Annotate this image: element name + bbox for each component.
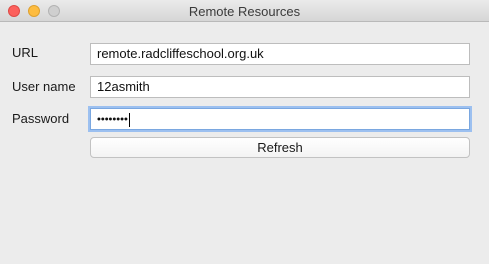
refresh-button[interactable]: Refresh bbox=[90, 137, 470, 158]
password-masked-value: •••••••• bbox=[97, 113, 128, 126]
window-title: Remote Resources bbox=[188, 4, 301, 19]
url-field[interactable]: remote.radcliffeschool.org.uk bbox=[90, 43, 470, 65]
remote-resources-window: Remote Resources URL remote.radcliffesch… bbox=[0, 0, 489, 264]
username-field[interactable]: 12asmith bbox=[90, 76, 470, 98]
url-value: remote.radcliffeschool.org.uk bbox=[97, 46, 264, 61]
username-label: User name bbox=[12, 79, 76, 94]
username-value: 12asmith bbox=[97, 79, 150, 94]
password-field[interactable]: •••••••• bbox=[90, 108, 470, 130]
text-caret bbox=[128, 112, 130, 127]
title-bar: Remote Resources bbox=[0, 0, 489, 22]
url-label: URL bbox=[12, 45, 39, 60]
password-label: Password bbox=[12, 111, 70, 126]
